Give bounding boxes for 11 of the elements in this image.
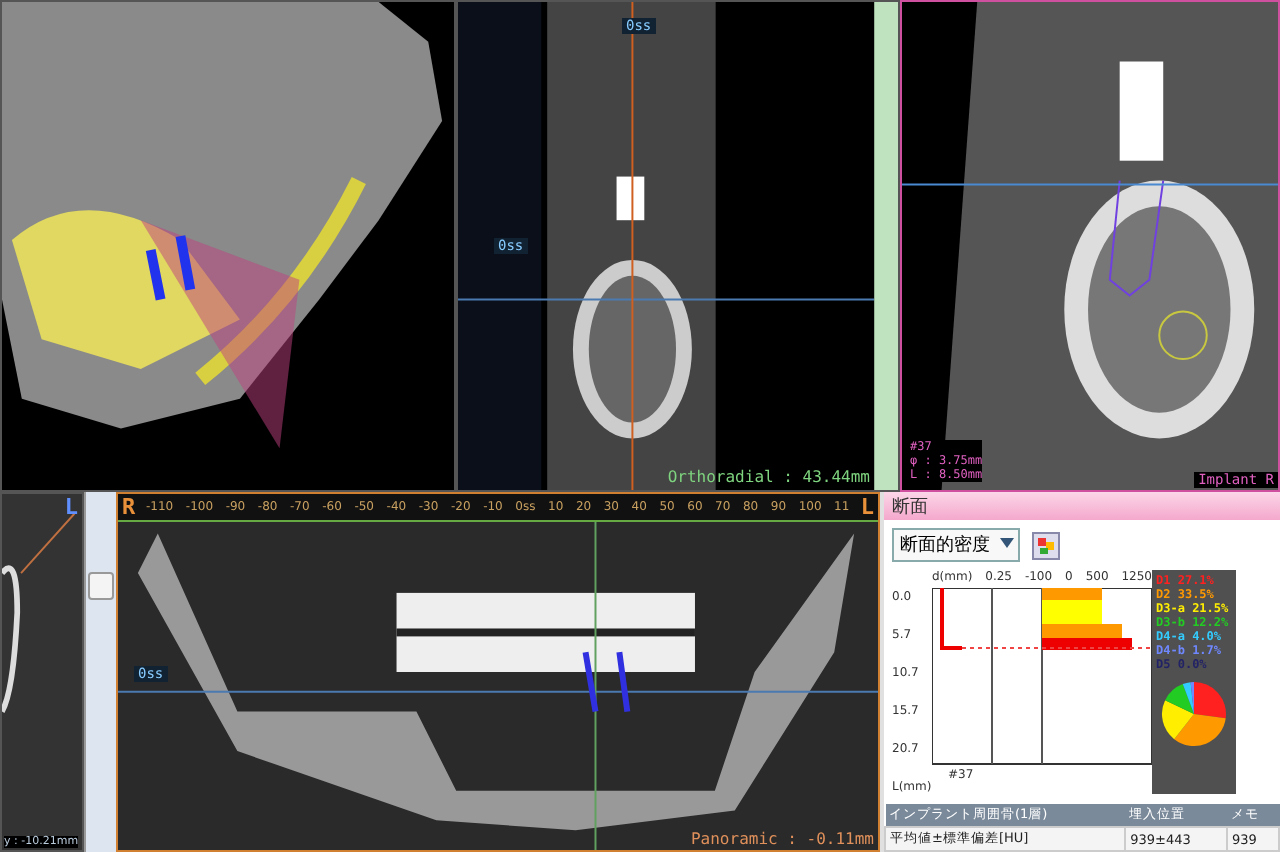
orientation-label: L (860, 494, 874, 520)
orientation-label: L (64, 494, 78, 520)
panel-title: 断面 (892, 495, 928, 519)
scrollbar[interactable] (84, 492, 116, 852)
caret-icon (1000, 538, 1014, 548)
view-caption: Panoramic : -0.11mm (690, 830, 874, 848)
orientation-label: R (122, 494, 136, 520)
view-caption: Orthoradial : 43.44mm (667, 468, 870, 486)
dropdown[interactable]: 断面的密度 (892, 528, 1020, 562)
scrollbar-thumb[interactable] (88, 572, 114, 600)
chart-icon[interactable] (1032, 531, 1060, 559)
